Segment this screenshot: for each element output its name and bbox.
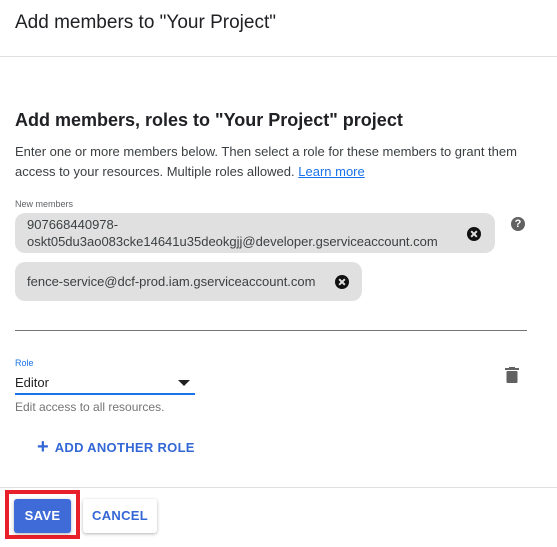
- member-chip-text: 907668440978- oskt05du3ao083cke14641u35d…: [27, 216, 438, 250]
- learn-more-link[interactable]: Learn more: [298, 164, 364, 179]
- section-title: Add members, roles to "Your Project" pro…: [15, 110, 403, 130]
- member-chip[interactable]: 907668440978- oskt05du3ao083cke14641u35d…: [15, 213, 495, 253]
- section-description: Enter one or more members below. Then se…: [15, 142, 535, 182]
- members-field-underline: [15, 330, 527, 331]
- role-select[interactable]: Editor: [15, 373, 195, 395]
- description-text: Enter one or more members below. Then se…: [15, 144, 517, 179]
- role-select-value: Editor: [15, 375, 49, 390]
- dropdown-icon: [178, 380, 190, 386]
- trash-icon[interactable]: [505, 367, 519, 383]
- help-icon[interactable]: ?: [511, 217, 525, 231]
- remove-member-close-icon[interactable]: [335, 275, 349, 289]
- cancel-button[interactable]: CANCEL: [83, 499, 157, 533]
- add-another-role-button[interactable]: + ADD ANOTHER ROLE: [37, 436, 195, 458]
- remove-member-close-icon[interactable]: [467, 227, 481, 241]
- member-chip-text: fence-service@dcf-prod.iam.gserviceaccou…: [27, 274, 316, 289]
- footer-divider: [0, 487, 557, 488]
- dialog-header: Add members to "Your Project": [0, 0, 557, 57]
- role-help-text: Edit access to all resources.: [15, 400, 165, 414]
- member-chip-line2: oskt05du3ao083cke14641u35deokgjj@develop…: [27, 234, 438, 249]
- member-chip-line1: 907668440978-: [27, 217, 119, 232]
- role-label: Role: [15, 358, 34, 368]
- plus-icon: +: [37, 436, 49, 458]
- new-members-label: New members: [15, 199, 74, 209]
- add-another-role-label: ADD ANOTHER ROLE: [54, 439, 195, 455]
- member-chip[interactable]: fence-service@dcf-prod.iam.gserviceaccou…: [15, 262, 362, 301]
- dialog-title: Add members to "Your Project": [15, 12, 276, 33]
- save-button[interactable]: SAVE: [14, 499, 71, 533]
